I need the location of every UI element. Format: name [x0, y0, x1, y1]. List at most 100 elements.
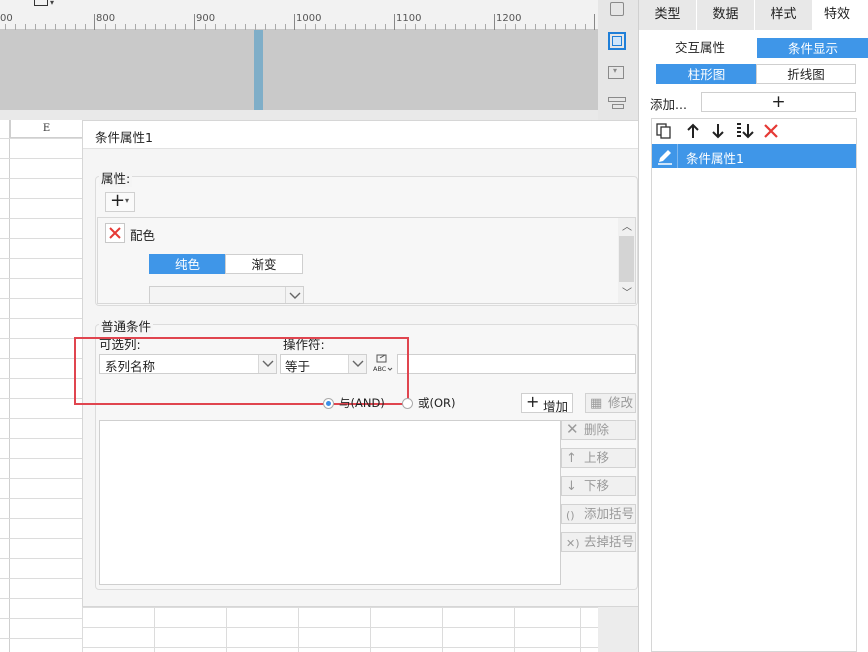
row-line — [0, 278, 82, 279]
add-condition-button[interactable]: + 增加 — [521, 392, 573, 414]
ruler-tick — [194, 14, 195, 30]
frame-icon[interactable] — [34, 0, 48, 6]
or-radio[interactable] — [402, 398, 413, 409]
ruler-tick — [494, 14, 495, 30]
grid-column-line — [226, 607, 227, 652]
list-item-label: 条件属性1 — [686, 151, 744, 166]
ruler-tick — [294, 14, 295, 30]
chart-tab-line[interactable]: 折线图 — [756, 64, 856, 84]
conditions-section-label: 普通条件 — [99, 316, 154, 335]
add-condition-attribute-button[interactable]: + — [701, 92, 856, 112]
row-line — [0, 598, 82, 599]
condition-value-input[interactable] — [397, 354, 636, 374]
move-bottom-icon[interactable] — [735, 122, 755, 140]
subtab-condition[interactable]: 条件显示 — [757, 38, 868, 58]
add-bracket-button[interactable]: () 添加括号 — [561, 504, 636, 524]
modify-icon: ▦ — [590, 396, 603, 411]
remove-bracket-label: 去掉括号 — [584, 534, 635, 549]
remove-bracket-button[interactable]: ✕) 去掉括号 — [561, 532, 636, 552]
ruler-label: 900 — [196, 13, 216, 24]
dialog-titlebar — [83, 121, 649, 149]
color-tab-solid[interactable]: 纯色 — [149, 254, 226, 274]
chevron-down-icon[interactable]: ▾ — [50, 0, 54, 7]
layer-icon[interactable] — [608, 97, 626, 109]
move-up-button[interactable]: ↑ 上移 — [561, 448, 636, 468]
ruler-label: 800 — [96, 13, 116, 24]
tab-style[interactable]: 样式 — [755, 0, 812, 30]
row-line — [0, 638, 82, 639]
row-header-divider — [9, 120, 10, 652]
pencil-icon[interactable] — [656, 147, 674, 165]
and-radio[interactable] — [323, 398, 334, 409]
condition-dialog: 条件属性1 属性: + ▾ 配色 纯色 渐变 ︿ ﹀ 普通条件 可选列: 操作符… — [74, 120, 650, 607]
arrow-up-icon[interactable] — [685, 122, 701, 140]
attribute-scrollbar[interactable]: ︿ ﹀ — [618, 218, 635, 303]
info-icon[interactable] — [610, 2, 624, 16]
modify-condition-button[interactable]: ▦ 修改 — [585, 393, 636, 413]
grid-column-line — [442, 607, 443, 652]
grid-column-line — [82, 607, 83, 652]
row-line — [0, 138, 82, 139]
spreadsheet: E — [0, 120, 82, 652]
delete-condition-button[interactable]: ✕ 删除 — [561, 420, 636, 440]
list-panel — [651, 118, 857, 652]
row-line — [0, 178, 82, 179]
side-icon-bar: ▾ — [598, 0, 638, 120]
row-line — [0, 438, 82, 439]
arrow-up-icon: ↑ — [566, 451, 577, 466]
close-icon: ✕ — [566, 420, 579, 438]
tab-data[interactable]: 数据 — [697, 0, 754, 30]
list-toolbar — [655, 121, 855, 141]
dialog-title: 条件属性1 — [95, 130, 153, 145]
grid-column-line — [514, 607, 515, 652]
or-radio-label[interactable]: 或(OR) — [418, 395, 456, 411]
ruler-tick — [394, 14, 395, 30]
attribute-section-label: 属性: — [99, 168, 133, 187]
and-radio-label[interactable]: 与(AND) — [339, 395, 385, 411]
subtab-interaction[interactable]: 交互属性 — [643, 38, 757, 58]
color-tab-gradient[interactable]: 渐变 — [225, 254, 303, 274]
scroll-up-icon[interactable]: ︿ — [622, 218, 632, 233]
row-line — [0, 618, 82, 619]
copy-icon[interactable] — [655, 122, 673, 140]
attribute-item-label: 配色 — [130, 228, 156, 243]
dropdown-widget-icon[interactable]: ▾ — [608, 66, 624, 79]
row-line — [0, 378, 82, 379]
column-header: E — [10, 120, 82, 138]
row-line — [0, 518, 82, 519]
row-line — [0, 498, 82, 499]
row-line — [0, 398, 82, 399]
move-down-button[interactable]: ↓ 下移 — [561, 476, 636, 496]
row-line — [0, 198, 82, 199]
arrow-down-icon[interactable] — [710, 122, 726, 140]
scroll-down-icon[interactable]: ﹀ — [622, 284, 632, 299]
move-up-label: 上移 — [584, 450, 610, 465]
canvas-column-marker — [254, 30, 263, 110]
ruler: 00 800 900 1000 1100 1200 — [0, 0, 598, 30]
row-line — [0, 418, 82, 419]
row-line — [0, 538, 82, 539]
chart-tab-bar[interactable]: 柱形图 — [656, 64, 757, 84]
plus-icon: + — [110, 190, 126, 211]
grid-column-line — [154, 607, 155, 652]
color-scheme-select[interactable] — [149, 286, 304, 304]
tab-effects[interactable]: 特效 — [813, 0, 868, 30]
remove-bracket-icon: ✕) — [566, 537, 580, 550]
grid-row-line — [82, 607, 598, 608]
chart-select-icon[interactable] — [606, 30, 628, 52]
row-line — [0, 258, 82, 259]
plus-icon: + — [526, 392, 540, 411]
row-line — [0, 478, 82, 479]
grid-row-line — [82, 627, 598, 628]
row-line — [0, 338, 82, 339]
tab-type[interactable]: 类型 — [639, 0, 696, 30]
arrow-down-icon: ↓ — [566, 479, 577, 494]
add-attribute-button[interactable]: + ▾ — [105, 190, 135, 212]
scrollbar-thumb[interactable] — [619, 236, 634, 282]
delete-icon[interactable] — [763, 122, 779, 140]
conditions-list[interactable] — [99, 420, 561, 585]
ruler-label: 1000 — [296, 13, 322, 24]
remove-attribute-button[interactable] — [105, 223, 125, 243]
list-item[interactable]: 条件属性1 — [652, 144, 856, 168]
grid-column-line — [370, 607, 371, 652]
